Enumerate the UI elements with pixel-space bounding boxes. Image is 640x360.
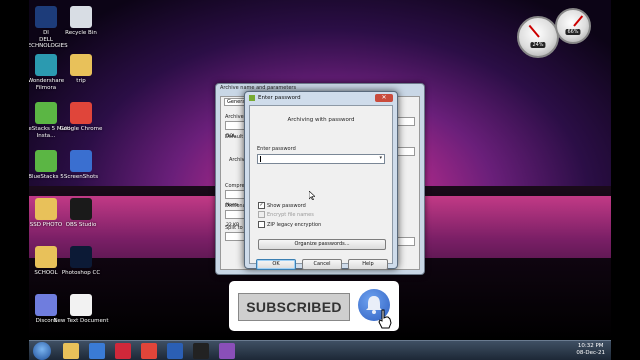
- enter-password-dialog: Enter password ✕ Archiving with password…: [244, 91, 398, 270]
- winrar-icon[interactable]: [219, 343, 235, 359]
- desktop-icon[interactable]: OBS Studio: [53, 198, 109, 229]
- label-archive: Archive: [225, 114, 244, 120]
- clock-date: 08-Dec-21: [576, 350, 605, 356]
- subscribed-button[interactable]: SUBSCRIBED: [238, 293, 350, 321]
- photoshop-icon: [70, 246, 92, 268]
- help-button[interactable]: Help: [348, 259, 388, 270]
- cpu-meter-gadget[interactable]: 24%: [517, 16, 559, 58]
- folder-icon: [70, 54, 92, 76]
- organize-passwords-button[interactable]: Organize passwords...: [258, 239, 386, 250]
- chrome-icon[interactable]: [141, 343, 157, 359]
- desktop-icon-label: trip: [76, 78, 86, 84]
- dialog-title: Enter password: [258, 94, 301, 101]
- ram-percent: 66%: [565, 28, 581, 35]
- desktop-icon[interactable]: New Text Document: [53, 294, 109, 325]
- ok-button[interactable]: OK: [256, 259, 296, 270]
- desktop-icon-label: Google Chrome: [59, 126, 103, 132]
- start-button[interactable]: [33, 342, 51, 360]
- video-frame: DI DELL TECHNOLOGIESRecycle BinWondersha…: [0, 0, 640, 360]
- close-button[interactable]: ✕: [375, 94, 393, 102]
- opera-icon[interactable]: [115, 343, 131, 359]
- right-field-1[interactable]: [397, 117, 415, 126]
- encrypt-file-names-checkbox[interactable]: Encrypt file names: [258, 211, 314, 218]
- encrypt-file-names-label: Encrypt file names: [267, 211, 314, 218]
- close-icon: ✕: [381, 94, 387, 101]
- dialog-heading: Archiving with password: [287, 117, 355, 123]
- show-password-checkbox[interactable]: ✓ Show password: [258, 202, 306, 209]
- chevron-down-icon[interactable]: ▾: [379, 155, 382, 161]
- zip-legacy-encryption-label: ZIP legacy encryption: [267, 221, 322, 228]
- dialog-body: Archiving with password Enter password ▾…: [249, 105, 393, 270]
- show-password-label: Show password: [267, 202, 306, 209]
- chrome-icon: [70, 102, 92, 124]
- text-caret: [260, 156, 261, 162]
- right-field-3[interactable]: [397, 237, 415, 246]
- text-document-icon: [70, 294, 92, 316]
- subscribed-text: SUBSCRIBED: [246, 299, 342, 315]
- desktop-icon-label: ScreenShots: [63, 174, 99, 180]
- left-letterbox: [0, 0, 29, 360]
- desktop-icon[interactable]: Photoshop CC: [53, 246, 109, 277]
- desktop-icon[interactable]: Recycle Bin: [53, 6, 109, 37]
- word-icon[interactable]: [167, 343, 183, 359]
- mouse-cursor-icon: [309, 191, 315, 200]
- password-input[interactable]: ▾: [257, 154, 385, 164]
- cancel-button[interactable]: Cancel: [302, 259, 342, 270]
- ram-meter-gadget[interactable]: 66%: [555, 8, 591, 44]
- cpu-needle: [528, 24, 540, 38]
- obs-icon: [70, 198, 92, 220]
- explorer-icon[interactable]: [63, 343, 79, 359]
- checkbox-box[interactable]: [258, 221, 265, 228]
- winrar-icon: [249, 94, 255, 101]
- clock-time: 10:32 PM: [577, 343, 604, 349]
- desktop-icon-label: OBS Studio: [65, 222, 97, 228]
- cpu-percent: 24%: [530, 41, 546, 48]
- desktop-icon[interactable]: Google Chrome: [53, 102, 109, 133]
- desktop-icon[interactable]: trip: [53, 54, 109, 85]
- obs-icon[interactable]: [193, 343, 209, 359]
- checkbox-box[interactable]: [258, 211, 265, 218]
- media-player-icon[interactable]: [89, 343, 105, 359]
- system-tray-clock[interactable]: 10:32 PM 08-Dec-21: [576, 343, 605, 357]
- screenshots-icon: [70, 150, 92, 172]
- subscribed-banner: SUBSCRIBED: [229, 281, 399, 331]
- taskbar: 10:32 PM 08-Dec-21: [29, 340, 611, 360]
- hand-pointer-icon: [378, 309, 392, 329]
- right-letterbox: [611, 0, 640, 360]
- label-default: Default: [225, 134, 244, 140]
- desktop-icon[interactable]: ScreenShots: [53, 150, 109, 181]
- recycle-bin-icon: [70, 6, 92, 28]
- password-label: Enter password: [257, 146, 296, 152]
- checkbox-box[interactable]: ✓: [258, 202, 265, 209]
- right-field-2[interactable]: [397, 147, 415, 156]
- label-split: Split to: [225, 225, 243, 231]
- desktop-icon-label: New Text Document: [53, 318, 109, 324]
- desktop-icon-label: Photoshop CC: [61, 270, 101, 276]
- desktop-icon-label: Recycle Bin: [65, 30, 97, 36]
- ram-needle: [573, 15, 583, 27]
- zip-legacy-encryption-checkbox[interactable]: ZIP legacy encryption: [258, 221, 321, 228]
